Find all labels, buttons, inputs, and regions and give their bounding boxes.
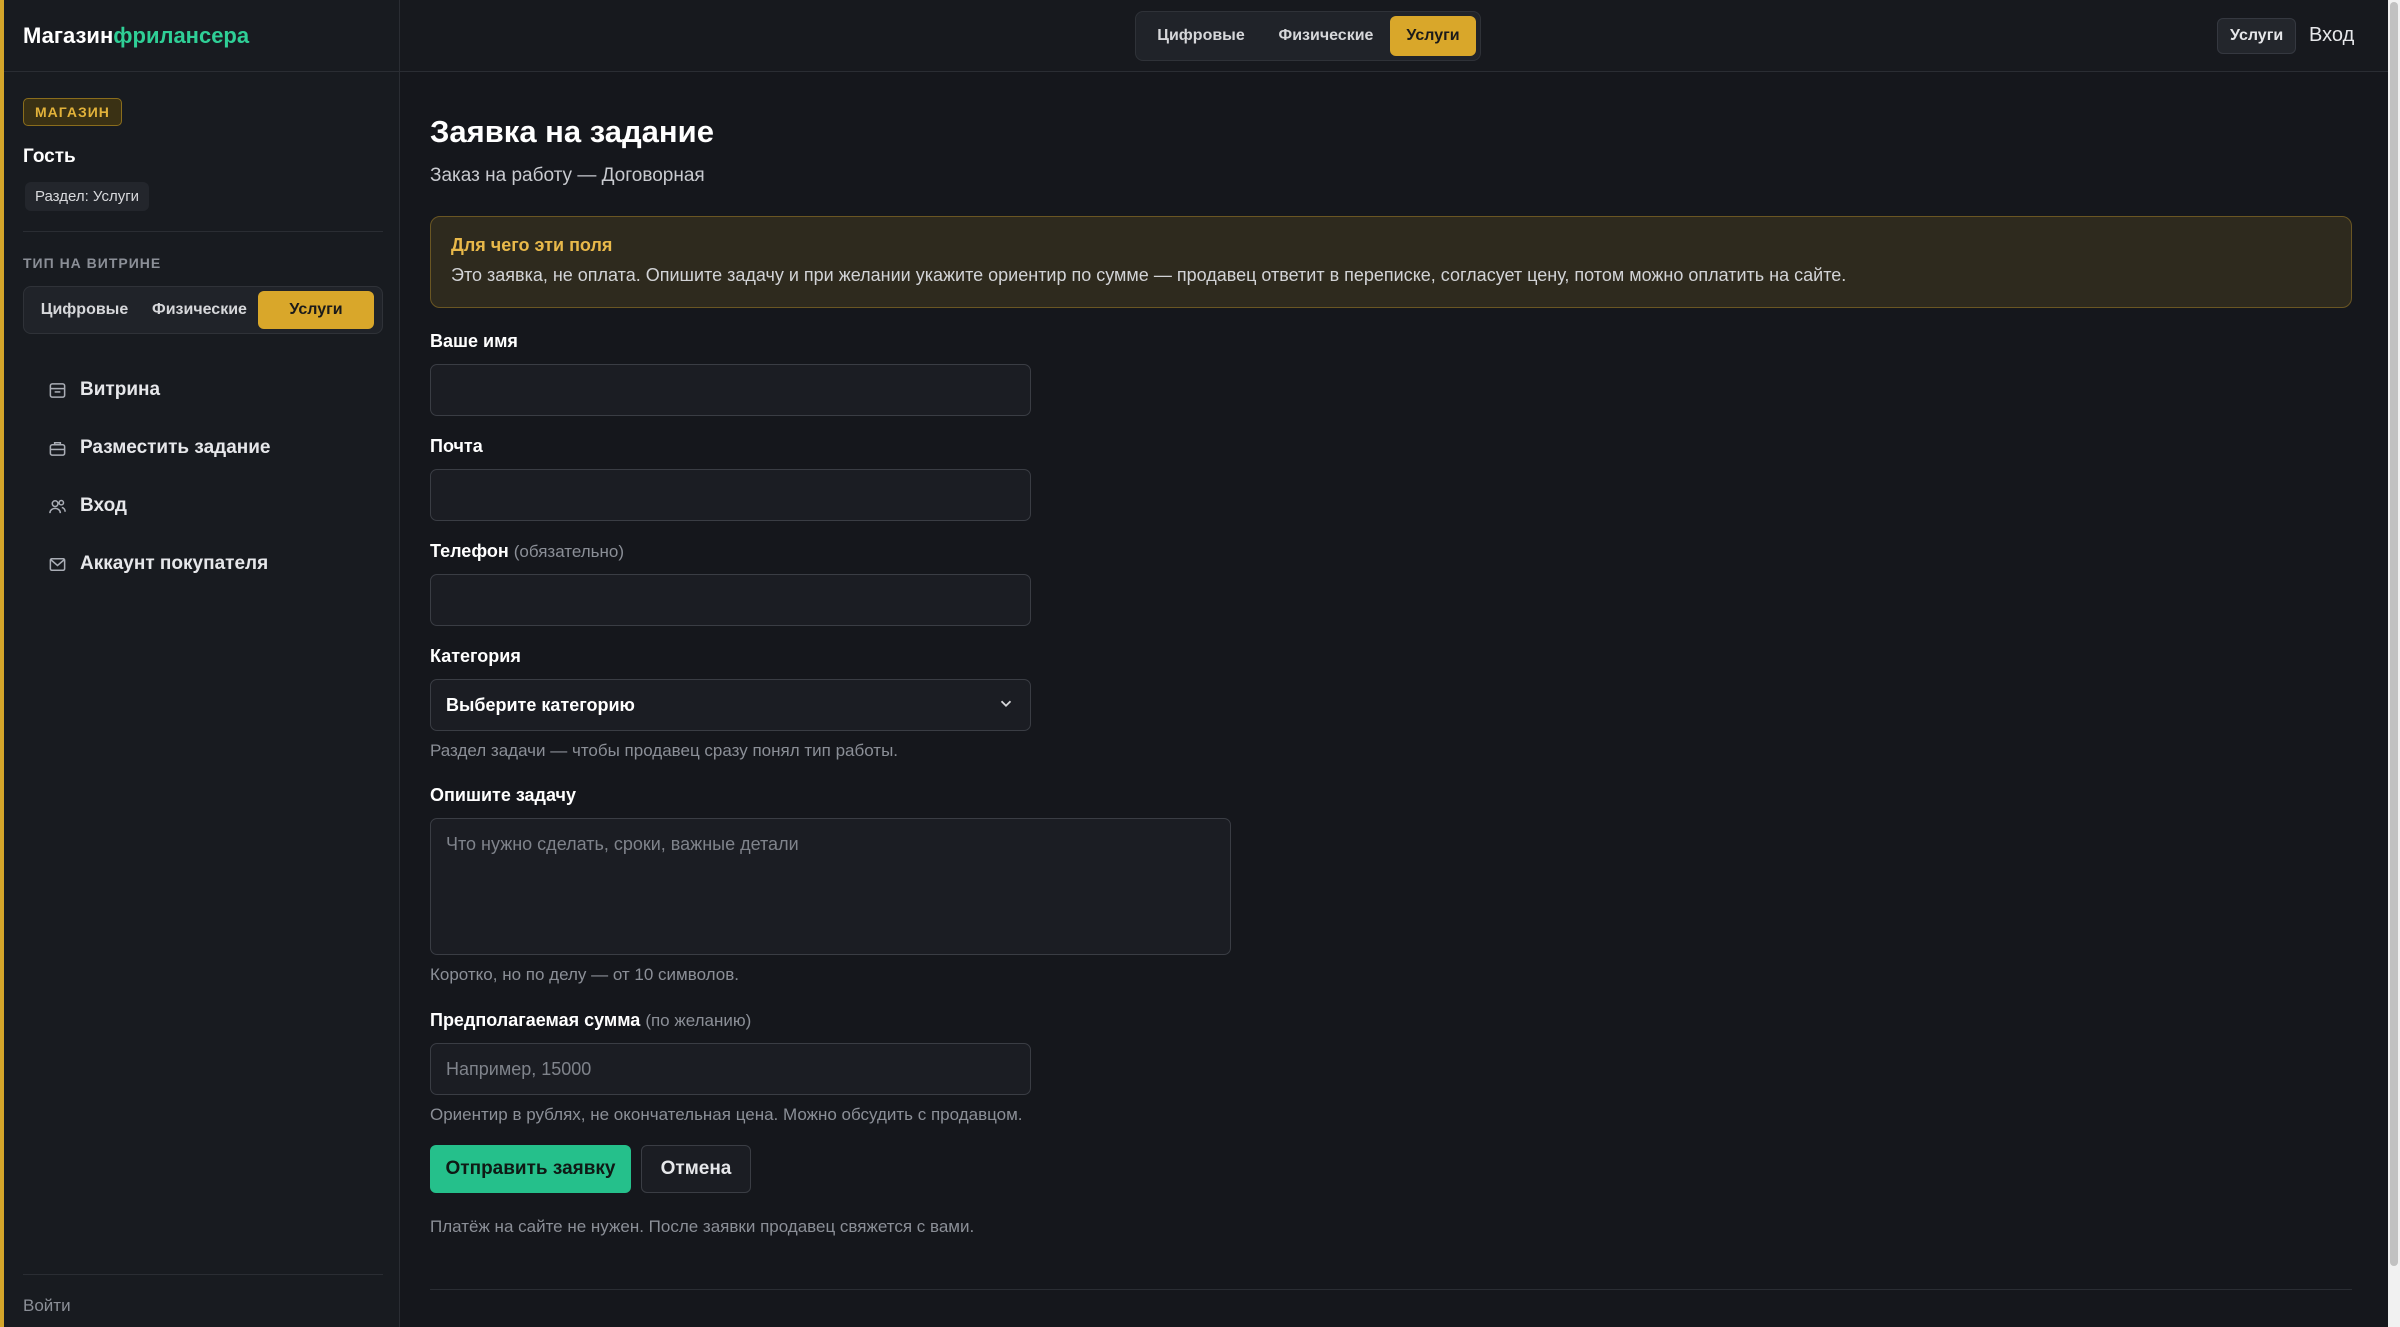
- payment-note: Платёж на сайте не нужен. После заявки п…: [430, 1217, 975, 1236]
- email-label: Почта: [430, 436, 483, 456]
- sidebar: Магазин фрилансера МАГАЗИН Гость Раздел: …: [0, 0, 400, 1327]
- sidebar-bottom-divider: [23, 1274, 383, 1275]
- brand-logo[interactable]: Магазин фрилансера: [4, 0, 399, 72]
- brand-part-1: Магазин: [23, 22, 114, 48]
- info-notice: Для чего эти поля Это заявка, не оплата.…: [430, 216, 2352, 308]
- briefcase-icon: [47, 438, 67, 458]
- mail-icon: [47, 554, 67, 574]
- top-type-services[interactable]: Услуги: [1390, 16, 1476, 56]
- phone-label-text: Телефон: [430, 541, 509, 561]
- top-type-digital[interactable]: Цифровые: [1140, 16, 1262, 56]
- amount-optional-note: (по желанию): [645, 1011, 752, 1030]
- sidebar-item-label: Разместить задание: [80, 437, 271, 458]
- sidebar-type-switch: Цифровые Физические Услуги: [23, 286, 383, 334]
- category-selected-value: Выберите категорию: [446, 694, 635, 715]
- sidebar-type-digital[interactable]: Цифровые: [28, 291, 141, 329]
- top-section-chip[interactable]: Услуги: [2217, 18, 2297, 54]
- phone-input[interactable]: [430, 574, 1031, 626]
- sidebar-item-label: Витрина: [80, 379, 161, 400]
- section-chip: Раздел: Услуги: [25, 182, 150, 211]
- scrollbar-thumb[interactable]: [2390, 2, 2398, 1266]
- sidebar-type-physical[interactable]: Физические: [141, 291, 258, 329]
- task-textarea[interactable]: [430, 818, 1231, 955]
- top-login-link[interactable]: Вход: [2309, 24, 2354, 47]
- notice-text: Это заявка, не оплата. Опишите задачу и …: [451, 265, 1847, 285]
- task-hint: Коротко, но по делу — от 10 символов.: [430, 965, 739, 984]
- sidebar-item-post-task[interactable]: Разместить задание: [23, 419, 383, 477]
- brand-part-2: фрилансера: [113, 22, 250, 48]
- content-divider: [430, 1289, 2352, 1290]
- amount-hint: Ориентир в рублях, не окончательная цена…: [430, 1105, 1023, 1124]
- sidebar-login-link[interactable]: Войти: [23, 1296, 71, 1316]
- sidebar-nav: Витрина Разместить задание Вход Аккаунт …: [23, 361, 383, 593]
- category-hint: Раздел задачи — чтобы продавец сразу пон…: [430, 741, 899, 760]
- page-scrollbar[interactable]: [2388, 0, 2400, 1327]
- cancel-button[interactable]: Отмена: [641, 1145, 751, 1193]
- sidebar-item-label: Вход: [80, 495, 127, 516]
- sidebar-item-label: Аккаунт покупателя: [80, 553, 269, 574]
- role-badge: МАГАЗИН: [23, 98, 122, 126]
- name-input[interactable]: [430, 364, 1031, 416]
- users-icon: [47, 496, 67, 516]
- top-type-physical[interactable]: Физические: [1262, 16, 1390, 56]
- notice-title: Для чего эти поля: [451, 235, 613, 255]
- sidebar-item-login[interactable]: Вход: [23, 477, 383, 535]
- sidebar-type-services[interactable]: Услуги: [258, 291, 374, 329]
- amount-label-text: Предполагаемая сумма: [430, 1010, 641, 1030]
- sidebar-item-storefront[interactable]: Витрина: [23, 361, 383, 419]
- category-label: Категория: [430, 646, 521, 666]
- topbar: Цифровые Физические Услуги Услуги Вход: [400, 0, 2388, 72]
- amount-input[interactable]: [430, 1043, 1031, 1095]
- sidebar-type-heading: ТИП НА ВИТРИНЕ: [23, 255, 162, 271]
- user-name: Гость: [23, 146, 76, 167]
- submit-button[interactable]: Отправить заявку: [430, 1145, 631, 1193]
- category-select[interactable]: Выберите категорию: [430, 679, 1031, 731]
- page-subtitle: Заказ на работу — Договорная: [430, 165, 705, 186]
- chevron-down-icon: [997, 694, 1015, 717]
- storefront-icon: [47, 380, 67, 400]
- phone-label: Телефон (обязательно): [430, 541, 624, 562]
- phone-required-note: (обязательно): [513, 542, 625, 561]
- email-input[interactable]: [430, 469, 1031, 521]
- name-label: Ваше имя: [430, 331, 518, 351]
- page-title: Заявка на задание: [430, 114, 714, 149]
- amount-label: Предполагаемая сумма (по желанию): [430, 1010, 751, 1031]
- top-type-switch: Цифровые Физические Услуги: [1135, 11, 1481, 61]
- sidebar-divider: [23, 231, 383, 232]
- sidebar-item-buyer-account[interactable]: Аккаунт покупателя: [23, 535, 383, 593]
- task-label: Опишите задачу: [430, 785, 577, 805]
